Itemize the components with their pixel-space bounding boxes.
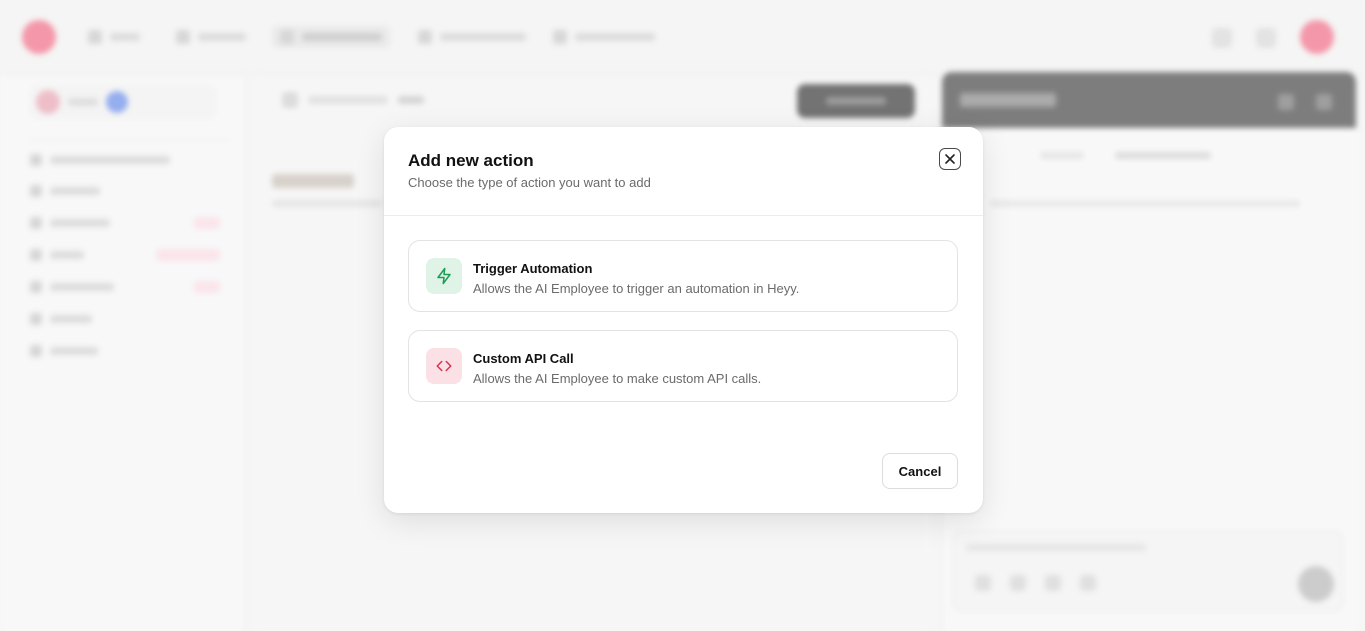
option-title: Trigger Automation — [473, 261, 593, 276]
close-icon — [945, 154, 955, 164]
dialog-subtitle: Choose the type of action you want to ad… — [408, 175, 651, 190]
dialog-divider — [384, 215, 983, 216]
option-description: Allows the AI Employee to trigger an aut… — [473, 281, 800, 296]
option-trigger-automation[interactable]: Trigger Automation Allows the AI Employe… — [408, 240, 958, 312]
option-description: Allows the AI Employee to make custom AP… — [473, 371, 762, 386]
dialog-title: Add new action — [408, 151, 534, 170]
add-action-dialog: Add new action Choose the type of action… — [384, 127, 983, 513]
close-button[interactable] — [939, 148, 961, 170]
lightning-icon — [426, 258, 462, 294]
option-title: Custom API Call — [473, 351, 574, 366]
option-custom-api-call[interactable]: Custom API Call Allows the AI Employee t… — [408, 330, 958, 402]
code-brackets-icon — [426, 348, 462, 384]
cancel-button[interactable]: Cancel — [882, 453, 958, 489]
